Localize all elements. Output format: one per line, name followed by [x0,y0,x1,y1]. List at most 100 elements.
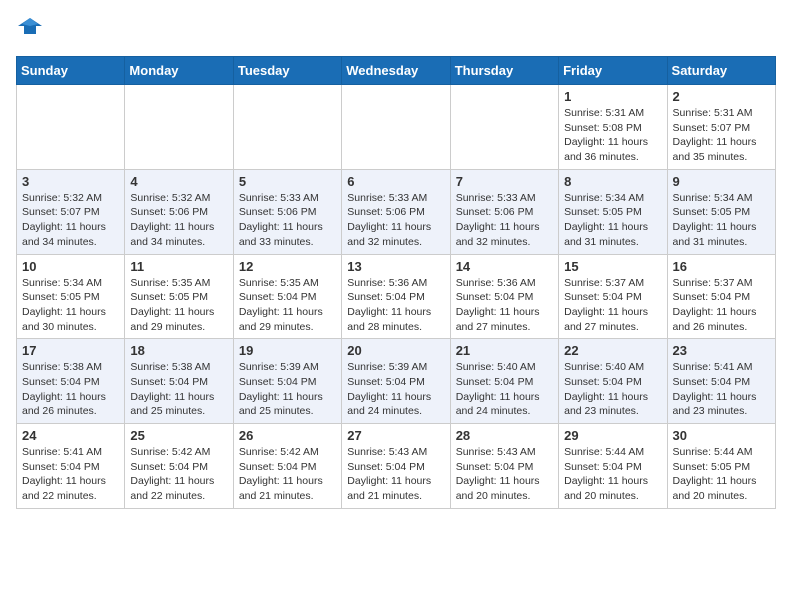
day-info: Sunrise: 5:37 AM Sunset: 5:04 PM Dayligh… [564,276,661,335]
calendar-cell: 8 Sunrise: 5:34 AM Sunset: 5:05 PM Daylig… [559,169,667,254]
calendar-cell [342,85,450,170]
calendar-header-row: SundayMondayTuesdayWednesdayThursdayFrid… [17,57,776,85]
day-number: 5 [239,174,336,189]
logo-icon [16,16,44,44]
day-info: Sunrise: 5:35 AM Sunset: 5:04 PM Dayligh… [239,276,336,335]
day-number: 1 [564,89,661,104]
day-number: 9 [673,174,770,189]
calendar-cell: 20 Sunrise: 5:39 AM Sunset: 5:04 PM Dayli… [342,339,450,424]
day-number: 12 [239,259,336,274]
day-number: 23 [673,343,770,358]
calendar-cell: 12 Sunrise: 5:35 AM Sunset: 5:04 PM Dayli… [233,254,341,339]
day-info: Sunrise: 5:43 AM Sunset: 5:04 PM Dayligh… [347,445,444,504]
day-number: 3 [22,174,119,189]
day-info: Sunrise: 5:32 AM Sunset: 5:06 PM Dayligh… [130,191,227,250]
day-number: 4 [130,174,227,189]
calendar-cell: 2 Sunrise: 5:31 AM Sunset: 5:07 PM Daylig… [667,85,775,170]
day-info: Sunrise: 5:40 AM Sunset: 5:04 PM Dayligh… [564,360,661,419]
calendar-cell: 3 Sunrise: 5:32 AM Sunset: 5:07 PM Daylig… [17,169,125,254]
day-number: 24 [22,428,119,443]
day-number: 17 [22,343,119,358]
day-number: 26 [239,428,336,443]
day-info: Sunrise: 5:44 AM Sunset: 5:05 PM Dayligh… [673,445,770,504]
calendar-cell: 13 Sunrise: 5:36 AM Sunset: 5:04 PM Dayli… [342,254,450,339]
calendar-cell [233,85,341,170]
calendar-header-sunday: Sunday [17,57,125,85]
day-number: 20 [347,343,444,358]
calendar-cell: 30 Sunrise: 5:44 AM Sunset: 5:05 PM Dayli… [667,424,775,509]
calendar-cell: 24 Sunrise: 5:41 AM Sunset: 5:04 PM Dayli… [17,424,125,509]
calendar-header-saturday: Saturday [667,57,775,85]
calendar-week-row: 10 Sunrise: 5:34 AM Sunset: 5:05 PM Dayli… [17,254,776,339]
day-info: Sunrise: 5:33 AM Sunset: 5:06 PM Dayligh… [239,191,336,250]
calendar-week-row: 3 Sunrise: 5:32 AM Sunset: 5:07 PM Daylig… [17,169,776,254]
day-number: 10 [22,259,119,274]
page-header [16,16,776,44]
day-info: Sunrise: 5:44 AM Sunset: 5:04 PM Dayligh… [564,445,661,504]
day-info: Sunrise: 5:41 AM Sunset: 5:04 PM Dayligh… [673,360,770,419]
day-info: Sunrise: 5:36 AM Sunset: 5:04 PM Dayligh… [456,276,553,335]
calendar-cell: 25 Sunrise: 5:42 AM Sunset: 5:04 PM Dayli… [125,424,233,509]
calendar-cell: 5 Sunrise: 5:33 AM Sunset: 5:06 PM Daylig… [233,169,341,254]
day-number: 22 [564,343,661,358]
calendar-cell [17,85,125,170]
calendar-cell: 26 Sunrise: 5:42 AM Sunset: 5:04 PM Dayli… [233,424,341,509]
calendar-header-tuesday: Tuesday [233,57,341,85]
day-info: Sunrise: 5:38 AM Sunset: 5:04 PM Dayligh… [22,360,119,419]
day-info: Sunrise: 5:33 AM Sunset: 5:06 PM Dayligh… [347,191,444,250]
day-number: 25 [130,428,227,443]
day-info: Sunrise: 5:35 AM Sunset: 5:05 PM Dayligh… [130,276,227,335]
calendar-week-row: 17 Sunrise: 5:38 AM Sunset: 5:04 PM Dayli… [17,339,776,424]
day-number: 27 [347,428,444,443]
calendar-cell: 15 Sunrise: 5:37 AM Sunset: 5:04 PM Dayli… [559,254,667,339]
day-number: 15 [564,259,661,274]
day-number: 13 [347,259,444,274]
day-number: 8 [564,174,661,189]
calendar-week-row: 1Sunrise: 5:31 AM Sunset: 5:08 PM Daylig… [17,85,776,170]
day-info: Sunrise: 5:40 AM Sunset: 5:04 PM Dayligh… [456,360,553,419]
calendar-table: SundayMondayTuesdayWednesdayThursdayFrid… [16,56,776,509]
day-number: 11 [130,259,227,274]
calendar-cell: 17 Sunrise: 5:38 AM Sunset: 5:04 PM Dayli… [17,339,125,424]
day-info: Sunrise: 5:36 AM Sunset: 5:04 PM Dayligh… [347,276,444,335]
day-info: Sunrise: 5:34 AM Sunset: 5:05 PM Dayligh… [564,191,661,250]
day-number: 2 [673,89,770,104]
calendar-cell: 14Sunrise: 5:36 AM Sunset: 5:04 PM Dayli… [450,254,558,339]
day-info: Sunrise: 5:38 AM Sunset: 5:04 PM Dayligh… [130,360,227,419]
day-info: Sunrise: 5:31 AM Sunset: 5:07 PM Dayligh… [673,106,770,165]
calendar-cell: 23 Sunrise: 5:41 AM Sunset: 5:04 PM Dayli… [667,339,775,424]
calendar-cell [125,85,233,170]
day-number: 7 [456,174,553,189]
day-number: 16 [673,259,770,274]
day-number: 28 [456,428,553,443]
calendar-header-friday: Friday [559,57,667,85]
day-info: Sunrise: 5:39 AM Sunset: 5:04 PM Dayligh… [347,360,444,419]
day-info: Sunrise: 5:42 AM Sunset: 5:04 PM Dayligh… [130,445,227,504]
logo [16,16,48,44]
calendar-cell: 11 Sunrise: 5:35 AM Sunset: 5:05 PM Dayli… [125,254,233,339]
calendar-cell: 21 Sunrise: 5:40 AM Sunset: 5:04 PM Dayli… [450,339,558,424]
day-info: Sunrise: 5:34 AM Sunset: 5:05 PM Dayligh… [22,276,119,335]
calendar-cell: 4 Sunrise: 5:32 AM Sunset: 5:06 PM Daylig… [125,169,233,254]
calendar-cell: 19Sunrise: 5:39 AM Sunset: 5:04 PM Dayli… [233,339,341,424]
calendar-cell: 6 Sunrise: 5:33 AM Sunset: 5:06 PM Daylig… [342,169,450,254]
day-number: 18 [130,343,227,358]
day-info: Sunrise: 5:37 AM Sunset: 5:04 PM Dayligh… [673,276,770,335]
calendar-cell: 16 Sunrise: 5:37 AM Sunset: 5:04 PM Dayli… [667,254,775,339]
day-number: 6 [347,174,444,189]
day-info: Sunrise: 5:42 AM Sunset: 5:04 PM Dayligh… [239,445,336,504]
day-number: 21 [456,343,553,358]
day-number: 30 [673,428,770,443]
calendar-cell [450,85,558,170]
calendar-cell: 1Sunrise: 5:31 AM Sunset: 5:08 PM Daylig… [559,85,667,170]
calendar-cell: 18 Sunrise: 5:38 AM Sunset: 5:04 PM Dayli… [125,339,233,424]
calendar-header-monday: Monday [125,57,233,85]
day-number: 19 [239,343,336,358]
calendar-header-wednesday: Wednesday [342,57,450,85]
day-info: Sunrise: 5:32 AM Sunset: 5:07 PM Dayligh… [22,191,119,250]
calendar-cell: 27 Sunrise: 5:43 AM Sunset: 5:04 PM Dayli… [342,424,450,509]
calendar-cell: 22 Sunrise: 5:40 AM Sunset: 5:04 PM Dayli… [559,339,667,424]
calendar-cell: 10 Sunrise: 5:34 AM Sunset: 5:05 PM Dayli… [17,254,125,339]
calendar-cell: 9Sunrise: 5:34 AM Sunset: 5:05 PM Daylig… [667,169,775,254]
day-info: Sunrise: 5:41 AM Sunset: 5:04 PM Dayligh… [22,445,119,504]
